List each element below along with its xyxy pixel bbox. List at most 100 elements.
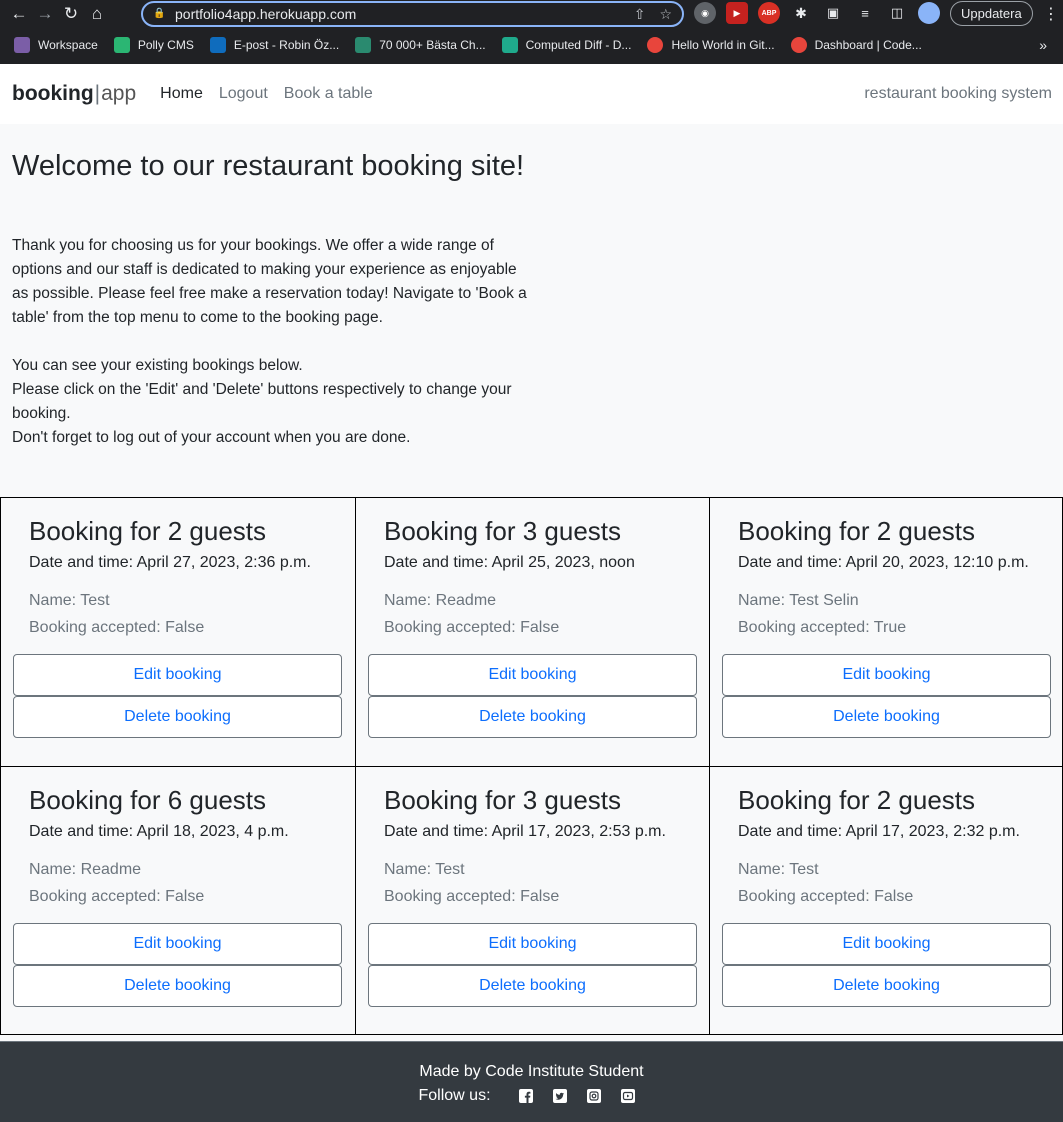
delete-booking-button[interactable]: Delete booking bbox=[13, 965, 342, 1007]
kebab-menu-icon[interactable]: ⋮ bbox=[1043, 4, 1059, 24]
bookmark-item[interactable]: Computed Diff - D... bbox=[501, 37, 632, 53]
bookmark-favicon-icon bbox=[209, 37, 226, 53]
bookmarks-overflow-icon[interactable]: » bbox=[1039, 37, 1047, 53]
bookmark-item[interactable]: E-post - Robin Öz... bbox=[209, 37, 340, 53]
edit-booking-button[interactable]: Edit booking bbox=[13, 654, 342, 696]
delete-booking-button[interactable]: Delete booking bbox=[722, 965, 1051, 1007]
address-url[interactable]: portfolio4app.herokuapp.com bbox=[175, 6, 620, 22]
profile-avatar-icon[interactable] bbox=[918, 2, 940, 24]
booking-title: Booking for 2 guests bbox=[738, 516, 976, 546]
edit-booking-button[interactable]: Edit booking bbox=[368, 923, 697, 965]
forward-icon[interactable]: → bbox=[32, 1, 58, 27]
cast-icon[interactable]: ▣ bbox=[822, 2, 844, 24]
intro-paragraph: You can see your existing bookings below… bbox=[12, 354, 532, 450]
delete-booking-button[interactable]: Delete booking bbox=[722, 696, 1051, 738]
nav-home-link[interactable]: Home bbox=[160, 85, 203, 103]
edit-booking-button[interactable]: Edit booking bbox=[13, 923, 342, 965]
home-icon[interactable]: ⌂ bbox=[84, 1, 110, 27]
delete-booking-button[interactable]: Delete booking bbox=[368, 965, 697, 1007]
booking-datetime: Date and time: April 27, 2023, 2:36 p.m. bbox=[29, 554, 311, 571]
edit-booking-button[interactable]: Edit booking bbox=[722, 654, 1051, 696]
address-bar[interactable]: 🔒 portfolio4app.herokuapp.com ⇧ ☆ bbox=[141, 1, 684, 27]
booking-name: Name: Test bbox=[738, 861, 819, 878]
bookmarks-bar: Workspace Polly CMS E-post - Robin Öz...… bbox=[0, 33, 1063, 57]
booking-card: Booking for 2 guests Date and time: Apri… bbox=[0, 497, 355, 766]
footer-credit: Made by Code Institute Student bbox=[419, 1063, 644, 1080]
bookmark-item[interactable]: Dashboard | Code... bbox=[790, 37, 922, 53]
booking-card: Booking for 2 guests Date and time: Apri… bbox=[709, 766, 1063, 1035]
adblock-icon[interactable]: ABP bbox=[758, 2, 780, 24]
bookmark-item[interactable]: Workspace bbox=[14, 37, 98, 53]
twitter-icon[interactable] bbox=[552, 1089, 567, 1103]
reading-list-icon[interactable]: ≡ bbox=[854, 2, 876, 24]
bookmark-label: E-post - Robin Öz... bbox=[233, 38, 340, 52]
edit-booking-button[interactable]: Edit booking bbox=[722, 923, 1051, 965]
booking-title: Booking for 3 guests bbox=[384, 785, 622, 815]
booking-name: Name: Readme bbox=[384, 592, 497, 609]
booking-accepted: Booking accepted: False bbox=[738, 888, 914, 905]
share-icon[interactable]: ⇧ bbox=[634, 6, 646, 23]
booking-accepted: Booking accepted: False bbox=[384, 619, 560, 636]
booking-datetime: Date and time: April 18, 2023, 4 p.m. bbox=[29, 823, 289, 840]
extensions-bar: ◉ ▶ ABP ✱ ▣ ≡ ◫ bbox=[694, 2, 940, 24]
bookmark-item[interactable]: Polly CMS bbox=[113, 37, 194, 53]
lock-icon: 🔒 bbox=[153, 8, 166, 19]
bookmark-favicon-icon bbox=[14, 37, 30, 53]
youtube-icon[interactable] bbox=[620, 1089, 635, 1103]
bookmark-label: Dashboard | Code... bbox=[814, 38, 922, 52]
bookmark-item[interactable]: Hello World in Git... bbox=[647, 37, 775, 53]
booking-title: Booking for 2 guests bbox=[738, 785, 976, 815]
intro-line: Please click on the 'Edit' and 'Delete' … bbox=[12, 381, 512, 422]
back-icon[interactable]: ← bbox=[6, 1, 32, 27]
brand-logo[interactable]: booking|app bbox=[12, 82, 136, 106]
bookings-grid: Booking for 2 guests Date and time: Apri… bbox=[0, 497, 1063, 1035]
nav-book-table-link[interactable]: Book a table bbox=[284, 85, 373, 103]
bookmark-label: Polly CMS bbox=[137, 38, 194, 52]
booking-accepted: Booking accepted: False bbox=[384, 888, 560, 905]
bookmark-favicon-icon bbox=[355, 37, 372, 53]
update-button[interactable]: Uppdatera bbox=[950, 1, 1033, 26]
intro-text: Thank you for choosing us for your booki… bbox=[12, 234, 532, 450]
site-footer: Made by Code Institute Student Follow us… bbox=[0, 1041, 1063, 1122]
page-title: Welcome to our restaurant booking site! bbox=[12, 150, 525, 182]
booking-accepted: Booking accepted: False bbox=[29, 888, 205, 905]
booking-name: Name: Test bbox=[384, 861, 465, 878]
booking-card: Booking for 6 guests Date and time: Apri… bbox=[0, 766, 355, 1035]
extension-owl-icon[interactable]: ◉ bbox=[694, 2, 716, 24]
booking-card: Booking for 3 guests Date and time: Apri… bbox=[355, 766, 709, 1035]
bookmark-favicon-icon bbox=[113, 37, 130, 53]
booking-datetime: Date and time: April 17, 2023, 2:53 p.m. bbox=[384, 823, 666, 840]
intro-line: Don't forget to log out of your account … bbox=[12, 429, 411, 446]
instagram-icon[interactable] bbox=[586, 1089, 601, 1103]
booking-datetime: Date and time: April 20, 2023, 12:10 p.m… bbox=[738, 554, 1029, 571]
edit-booking-button[interactable]: Edit booking bbox=[368, 654, 697, 696]
booking-name: Name: Test bbox=[29, 592, 110, 609]
booking-accepted: Booking accepted: True bbox=[738, 619, 907, 636]
extension-red-icon[interactable]: ▶ bbox=[726, 2, 748, 24]
browser-chrome: ← → ↻ ⌂ 🔒 portfolio4app.herokuapp.com ⇧ … bbox=[0, 0, 1063, 64]
booking-title: Booking for 3 guests bbox=[384, 516, 622, 546]
brand-separator: | bbox=[94, 82, 101, 105]
sidebar-icon[interactable]: ◫ bbox=[886, 2, 908, 24]
reload-icon[interactable]: ↻ bbox=[58, 1, 84, 27]
delete-booking-button[interactable]: Delete booking bbox=[13, 696, 342, 738]
booking-name: Name: Readme bbox=[29, 861, 142, 878]
delete-booking-button[interactable]: Delete booking bbox=[368, 696, 697, 738]
intro-paragraph: Thank you for choosing us for your booki… bbox=[12, 237, 527, 326]
booking-datetime: Date and time: April 25, 2023, noon bbox=[384, 554, 635, 571]
bookmark-label: Hello World in Git... bbox=[671, 38, 775, 52]
nav-logout-link[interactable]: Logout bbox=[219, 85, 268, 103]
booking-name: Name: Test Selin bbox=[738, 592, 859, 609]
footer-follow: Follow us: bbox=[0, 1084, 1063, 1108]
booking-title: Booking for 2 guests bbox=[29, 516, 267, 546]
puzzle-icon[interactable]: ✱ bbox=[790, 2, 812, 24]
brand-bold: booking bbox=[12, 82, 94, 105]
bookmark-item[interactable]: 70 000+ Bästa Ch... bbox=[355, 37, 486, 53]
navbar-tagline: restaurant booking system bbox=[864, 85, 1052, 102]
facebook-icon[interactable] bbox=[518, 1089, 533, 1103]
booking-datetime: Date and time: April 17, 2023, 2:32 p.m. bbox=[738, 823, 1020, 840]
bookmark-label: 70 000+ Bästa Ch... bbox=[379, 38, 486, 52]
star-icon[interactable]: ☆ bbox=[659, 6, 672, 23]
nav-links: Home Logout Book a table bbox=[160, 85, 389, 103]
bookmark-label: Computed Diff - D... bbox=[525, 38, 632, 52]
